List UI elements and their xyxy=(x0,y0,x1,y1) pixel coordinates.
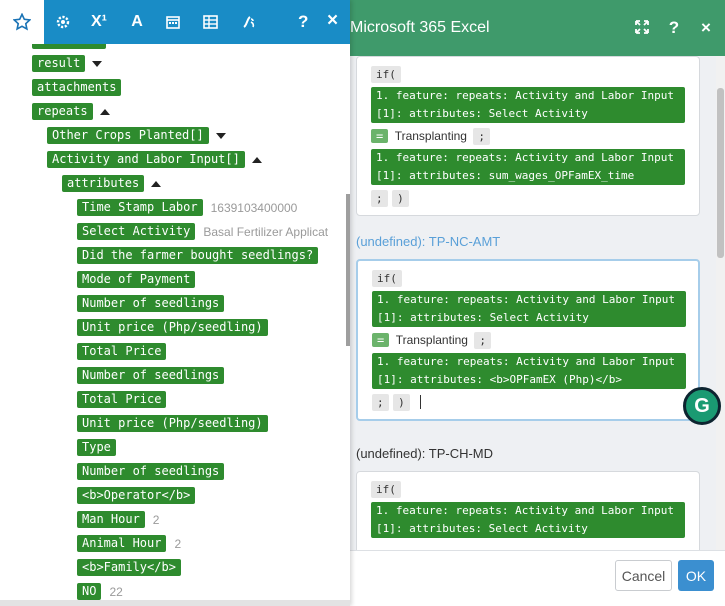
star-icon[interactable] xyxy=(0,0,44,44)
expression-field-tp-ch-md[interactable]: if( 1. feature: repeats: Activity and La… xyxy=(356,471,700,550)
tree-item[interactable]: Animal Hour 2 xyxy=(77,535,181,552)
panel-scrollbar[interactable] xyxy=(346,194,350,346)
help-icon[interactable]: ? xyxy=(298,12,308,32)
item-value: 1639103400000 xyxy=(210,200,298,215)
equals-operator[interactable]: = xyxy=(372,332,390,347)
tree-item[interactable]: attachments xyxy=(32,79,122,96)
tree-item[interactable]: Did the farmer bought seedlings? xyxy=(77,247,319,264)
item-value: 2 xyxy=(152,512,160,527)
ok-button[interactable]: OK xyxy=(678,560,714,591)
scrollbar-thumb[interactable] xyxy=(717,88,724,258)
mapping-panel: X¹ A ? × result attachments repeats Othe… xyxy=(0,0,350,606)
text-cursor xyxy=(420,394,422,409)
mapping-tree: result attachments repeats Other Crops P… xyxy=(0,44,350,600)
expand-icon[interactable] xyxy=(633,17,651,37)
tree-item[interactable]: Total Price xyxy=(77,391,167,408)
dialog-header: Microsoft 365 Excel ? × xyxy=(348,0,725,56)
grammarly-icon[interactable]: G xyxy=(683,387,721,425)
calendar-icon[interactable] xyxy=(154,0,192,44)
tree-item[interactable]: result xyxy=(32,55,103,72)
equals-operator[interactable]: = xyxy=(371,128,389,143)
tree-item[interactable]: Man Hour 2 xyxy=(77,511,159,528)
tree-item[interactable]: Other Crops Planted[] xyxy=(47,127,226,144)
mapped-variable-pill[interactable]: 1. feature: repeats: Activity and Labor … xyxy=(371,502,685,538)
tree-item[interactable]: Mode of Payment xyxy=(77,271,196,288)
separator-pill[interactable]: ; xyxy=(371,190,388,207)
collapse-caret-icon[interactable] xyxy=(151,180,162,187)
dialog-footer: Cancel OK xyxy=(348,550,725,606)
expression-field-tp-nc-amt[interactable]: if( 1. feature: repeats: Activity and La… xyxy=(356,259,700,421)
mapped-variable-pill[interactable]: 1. feature: repeats: Activity and Labor … xyxy=(371,149,685,185)
excel-module-dialog: Microsoft 365 Excel ? × if( 1. feature: … xyxy=(348,0,725,606)
tree-item[interactable]: <b>Family</b> xyxy=(77,559,181,576)
cancel-button[interactable]: Cancel xyxy=(615,560,672,591)
table-icon[interactable] xyxy=(191,0,229,44)
separator-pill[interactable]: ; xyxy=(372,394,389,411)
separator-pill[interactable]: ; xyxy=(473,128,491,145)
tree-item[interactable] xyxy=(32,44,106,49)
dialog-scrollbar[interactable] xyxy=(716,56,725,550)
close-icon[interactable]: × xyxy=(327,10,338,32)
collapse-caret-icon[interactable] xyxy=(251,156,262,163)
separator-pill[interactable]: ; xyxy=(474,332,492,349)
mapped-variable-pill[interactable]: 1. feature: repeats: Activity and Labor … xyxy=(372,353,686,389)
expression-field[interactable]: if( 1. feature: repeats: Activity and La… xyxy=(356,56,700,216)
tree-item[interactable]: Number of seedlings xyxy=(77,295,225,312)
tree-item[interactable]: Activity and Labor Input[] xyxy=(47,151,262,168)
expression-text: Transplanting xyxy=(395,332,468,347)
text-icon[interactable]: A xyxy=(118,0,156,44)
item-value: 22 xyxy=(109,584,123,599)
field-label-tp-ch-md: (undefined): TP-CH-MD xyxy=(356,446,494,461)
expand-caret-icon[interactable] xyxy=(92,60,103,67)
tree-item[interactable]: repeats xyxy=(32,103,110,120)
if-function[interactable]: if( xyxy=(371,481,401,498)
tree-item[interactable]: Select Activity Basal Fertilizer Applicat xyxy=(77,223,328,240)
function-icon[interactable] xyxy=(229,0,267,44)
tree-item[interactable]: Time Stamp Labor 1639103400000 xyxy=(77,199,297,216)
tree-item[interactable]: Number of seedlings xyxy=(77,463,225,480)
item-value: Basal Fertilizer Applicat xyxy=(203,224,329,239)
panel-horizontal-scrollbar[interactable] xyxy=(0,600,350,606)
tree-item[interactable]: Unit price (Php/seedling) xyxy=(77,319,268,336)
close-paren-pill[interactable]: ) xyxy=(392,190,409,207)
mapped-variable-pill[interactable]: 1. feature: repeats: Activity and Labor … xyxy=(371,87,685,123)
dialog-title: Microsoft 365 Excel xyxy=(350,19,490,36)
gear-icon[interactable] xyxy=(44,0,82,44)
tree-item[interactable]: <b>Operator</b> xyxy=(77,487,196,504)
field-label-tp-nc-amt: (undefined): TP-NC-AMT xyxy=(356,234,501,249)
tree-item[interactable]: Number of seedlings xyxy=(77,367,225,384)
help-icon[interactable]: ? xyxy=(665,17,683,37)
close-paren-pill[interactable]: ) xyxy=(393,394,410,411)
expression-text: Transplanting xyxy=(394,128,467,143)
panel-tabbar: X¹ A ? × xyxy=(0,0,350,44)
mapped-variable-pill[interactable]: 1. feature: repeats: Activity and Labor … xyxy=(372,291,686,327)
close-icon[interactable]: × xyxy=(697,17,715,37)
item-value: 2 xyxy=(174,536,182,551)
tree-item[interactable]: attributes xyxy=(62,175,162,192)
superscript-icon[interactable]: X¹ xyxy=(80,0,118,44)
tree-item[interactable]: Unit price (Php/seedling) xyxy=(77,415,268,432)
tree-item[interactable]: Type xyxy=(77,439,116,456)
expand-caret-icon[interactable] xyxy=(215,132,226,139)
if-function[interactable]: if( xyxy=(371,66,401,83)
collapse-caret-icon[interactable] xyxy=(99,108,110,115)
tree-item[interactable]: Total Price xyxy=(77,343,167,360)
dialog-body: if( 1. feature: repeats: Activity and La… xyxy=(348,56,725,550)
if-function[interactable]: if( xyxy=(372,270,402,287)
tree-item[interactable]: NO 22 xyxy=(77,583,123,600)
